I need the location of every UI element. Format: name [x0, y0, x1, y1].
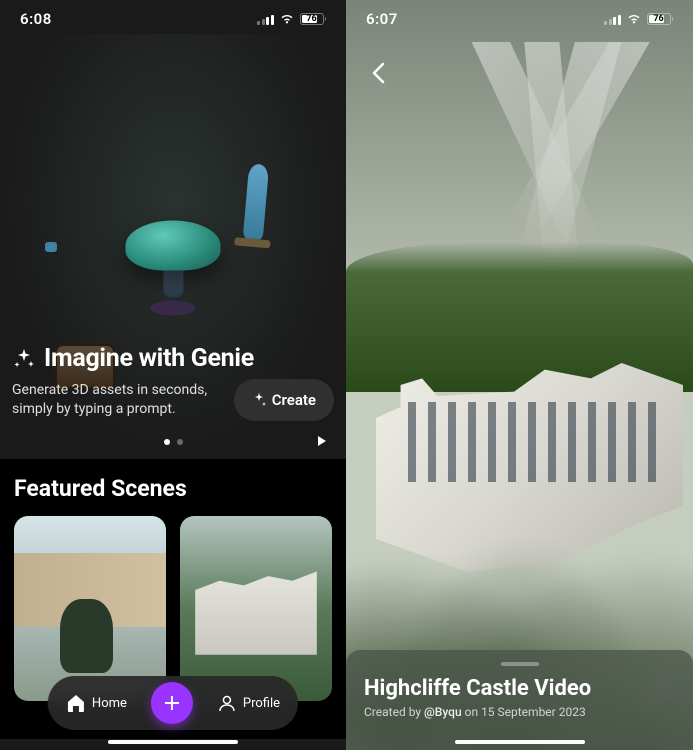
detail-screen: 6:07 76	[346, 0, 693, 750]
wifi-icon	[626, 13, 642, 25]
nav-profile[interactable]: Profile	[211, 685, 286, 721]
profile-icon	[217, 693, 237, 713]
home-icon	[66, 693, 86, 713]
play-icon[interactable]	[318, 436, 326, 446]
nav-home-label: Home	[92, 696, 127, 711]
status-time: 6:08	[20, 10, 52, 28]
battery-icon: 76	[647, 13, 674, 25]
trees-decoration	[346, 242, 693, 392]
nav-add-button[interactable]	[151, 682, 193, 724]
hero-title: Imagine with Genie	[44, 344, 254, 373]
detail-author[interactable]: @Byqu	[424, 705, 462, 719]
asset-mushroom-icon	[126, 220, 221, 315]
scene-card[interactable]	[14, 516, 166, 701]
asset-crystal-icon	[45, 242, 57, 252]
sparkle-icon	[252, 393, 266, 407]
asset-sword-icon	[243, 163, 269, 239]
detail-title: Highcliffe Castle Video	[364, 676, 675, 701]
hero-subtitle: Generate 3D assets in seconds, simply by…	[12, 381, 224, 419]
cellular-signal-icon	[604, 14, 621, 25]
plus-icon	[162, 693, 182, 713]
nav-home[interactable]: Home	[60, 685, 133, 721]
featured-cards-row[interactable]	[14, 516, 332, 701]
sparkles-icon	[12, 347, 36, 371]
bottom-nav: Home Profile	[48, 676, 298, 730]
status-icons: 76	[257, 13, 326, 25]
home-indicator[interactable]	[455, 740, 585, 744]
nav-profile-label: Profile	[243, 696, 280, 711]
featured-title: Featured Scenes	[14, 475, 332, 502]
scene-viewport[interactable]	[346, 42, 693, 750]
detail-meta: Created by @Byqu on 15 September 2023	[364, 705, 675, 719]
status-bar: 6:08 76	[0, 0, 346, 34]
carousel-pagination	[0, 439, 346, 445]
page-dot-1[interactable]	[164, 439, 170, 445]
status-bar: 6:07 76	[346, 0, 693, 34]
detail-sheet[interactable]: Highcliffe Castle Video Created by @Byqu…	[346, 650, 693, 750]
hero-carousel[interactable]: Imagine with Genie Generate 3D assets in…	[0, 34, 346, 459]
page-dot-2[interactable]	[177, 439, 183, 445]
home-screen: 6:08 76	[0, 0, 346, 750]
sheet-handle[interactable]	[501, 662, 539, 666]
home-indicator[interactable]	[108, 740, 238, 744]
status-icons: 76	[604, 13, 673, 25]
create-button[interactable]: Create	[234, 379, 334, 421]
create-label: Create	[272, 391, 316, 409]
wifi-icon	[279, 13, 295, 25]
hero-text-block: Imagine with Genie Generate 3D assets in…	[12, 344, 334, 421]
scene-card[interactable]	[180, 516, 332, 701]
cellular-signal-icon	[257, 14, 274, 25]
battery-icon: 76	[300, 13, 327, 25]
status-time: 6:07	[366, 10, 398, 28]
